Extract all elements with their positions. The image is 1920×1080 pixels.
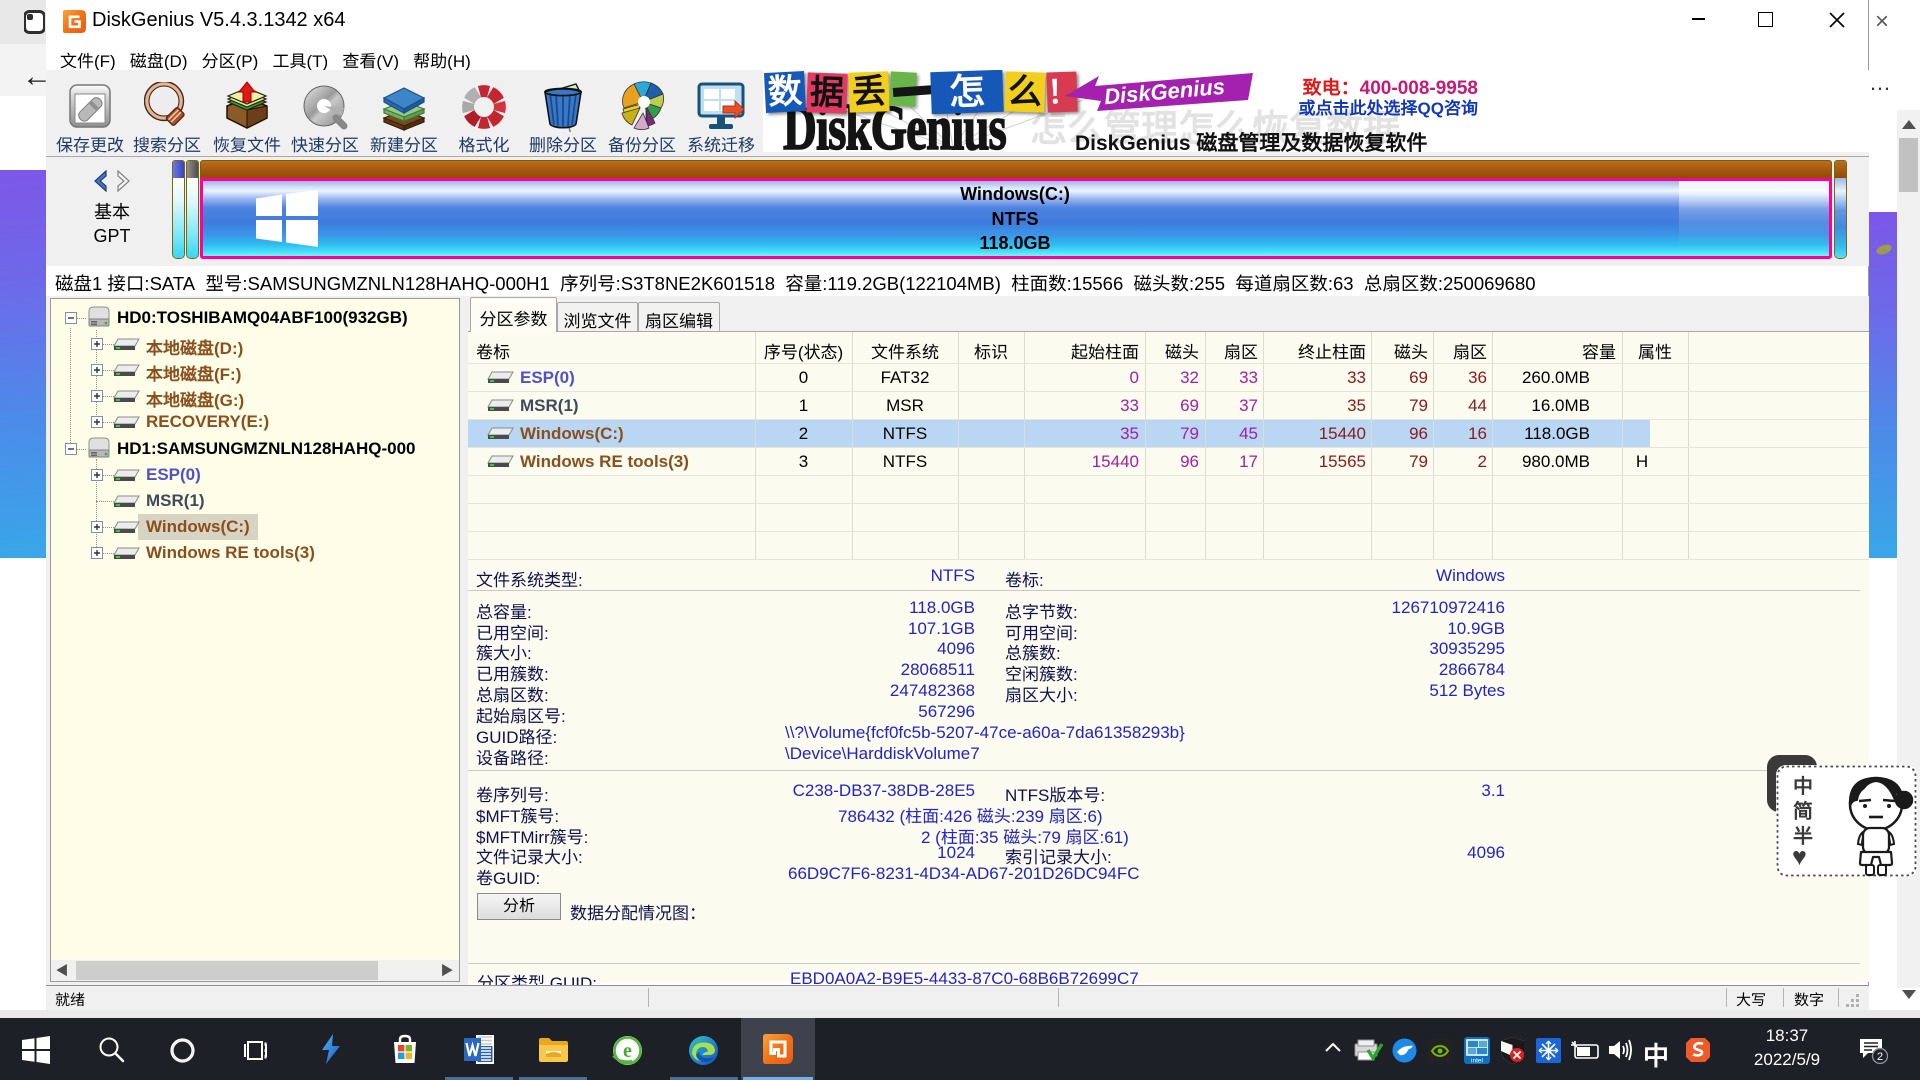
svg-text:e: e xyxy=(623,1040,632,1062)
svg-text:intel: intel xyxy=(1471,1058,1483,1065)
svg-text:2: 2 xyxy=(1877,1051,1883,1063)
